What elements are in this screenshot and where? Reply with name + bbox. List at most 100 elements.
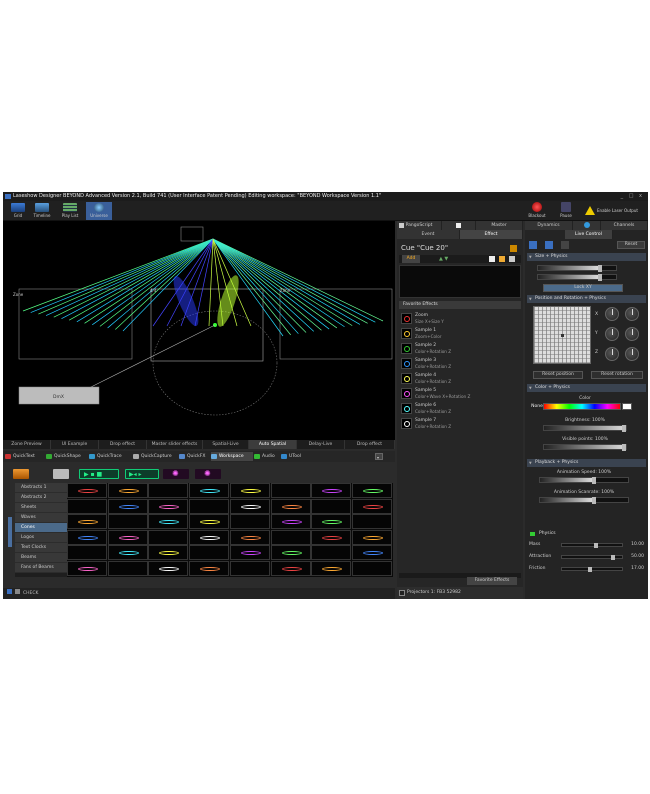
tab-master-slider[interactable]: Master slider effects [147, 440, 203, 449]
cue-cell[interactable] [229, 529, 270, 545]
cue-cell[interactable] [270, 514, 311, 530]
animation-scanrate-slider[interactable] [539, 497, 629, 504]
lock-xy-button[interactable]: Lock XY [543, 284, 623, 292]
favorite-effect-item[interactable]: Sample 3 Color+Rotation Z [399, 356, 521, 371]
tab-live-control[interactable]: Live Control [565, 230, 613, 239]
effect-button-1[interactable]: ✺ [163, 469, 189, 479]
cue-cell[interactable] [107, 483, 148, 498]
tab-ui-example[interactable]: UI Example [51, 440, 99, 449]
slider-knob[interactable] [611, 555, 616, 560]
select-tool-button[interactable] [53, 469, 69, 479]
blackout-button[interactable]: Blackout [525, 202, 549, 218]
cue-cell[interactable] [148, 545, 189, 561]
timeline-button[interactable]: Timeline [31, 202, 53, 220]
dropdown-button[interactable]: ▾ [375, 453, 383, 460]
cue-cell[interactable] [229, 561, 270, 576]
cue-cell[interactable] [67, 529, 107, 545]
cue-cell[interactable] [107, 561, 148, 576]
color-swatch[interactable] [622, 403, 632, 410]
tab-spatial-live[interactable]: Spatial-Live [203, 440, 249, 449]
cue-cell[interactable] [270, 483, 311, 498]
cue-cell[interactable] [311, 483, 352, 498]
cue-cell[interactable] [311, 561, 352, 576]
tab-channels[interactable]: Channels [601, 221, 648, 230]
tab-quicktext[interactable]: QuickText [5, 452, 45, 461]
tab-dynamics[interactable]: Dynamics [525, 221, 573, 230]
rotation-knob-z2[interactable] [625, 347, 639, 361]
cue-cell[interactable] [229, 498, 270, 514]
folder-button[interactable] [13, 469, 29, 479]
color-picker-bar[interactable] [543, 403, 621, 410]
playlist-button[interactable]: Play List [57, 202, 83, 220]
favorite-effect-item[interactable]: Sample 2 Color+Rotation Z [399, 341, 521, 356]
rotation-knob-y2[interactable] [625, 327, 639, 341]
cue-cell[interactable] [311, 514, 352, 530]
tab-auto-spatial[interactable]: Auto Spatial [249, 440, 297, 449]
tab-master[interactable]: Master [476, 221, 523, 230]
position-rotation-header[interactable]: Position and Rotation + Physics [527, 295, 646, 303]
tab-zone-preview[interactable]: Zone Preview [3, 440, 51, 449]
cue-cell[interactable] [107, 529, 148, 545]
cue-cell[interactable] [148, 483, 189, 498]
category-item-selected[interactable]: Cones [15, 523, 67, 533]
cue-cell[interactable] [229, 514, 270, 530]
pause-button[interactable]: Pause [556, 202, 576, 218]
arrow-icon[interactable]: ▲ ▼ [439, 256, 448, 262]
tab-globe[interactable] [573, 221, 601, 230]
cue-cell[interactable] [67, 545, 107, 561]
rotation-knob-x2[interactable] [625, 307, 639, 321]
animation-speed-slider[interactable] [539, 477, 629, 484]
color-physics-header[interactable]: Color + Physics [527, 384, 646, 392]
window-controls[interactable]: _ □ x [621, 192, 644, 201]
tab-drop-effect[interactable]: Drop effect [99, 440, 147, 449]
physics-slider[interactable] [561, 567, 623, 572]
category-item[interactable]: Text Clocks [15, 543, 67, 553]
category-item[interactable]: Abstracts 1 [15, 483, 67, 493]
size-physics-header[interactable]: Size + Physics [527, 253, 646, 261]
cue-cell[interactable] [351, 529, 392, 545]
physics-header[interactable]: Physics [529, 530, 644, 538]
new-icon[interactable] [489, 256, 495, 262]
play-controls[interactable]: ▶ ▪ ■ [79, 469, 119, 479]
category-item[interactable]: Fans of Beams [15, 563, 67, 573]
visible-points-slider[interactable] [543, 444, 627, 451]
tab-delay-live[interactable]: Delay-Live [297, 440, 345, 449]
cue-cell[interactable] [229, 545, 270, 561]
category-item[interactable]: Abstracts 2 [15, 493, 67, 503]
cue-cell[interactable] [148, 498, 189, 514]
playback-physics-header[interactable]: Playback + Physics [527, 459, 646, 467]
folder-icon[interactable] [499, 256, 505, 262]
tab-quickcapture[interactable]: QuickCapture [133, 452, 178, 461]
effect-list[interactable] [399, 265, 521, 298]
physics-slider[interactable] [561, 555, 623, 560]
cue-cell[interactable] [351, 483, 392, 498]
cue-cell[interactable] [351, 561, 392, 576]
tab-drop-effect-2[interactable]: Drop effect [345, 440, 395, 449]
cue-cell[interactable] [189, 561, 230, 576]
cue-cell[interactable] [270, 498, 311, 514]
projector-checkbox[interactable] [399, 590, 405, 596]
brightness-slider[interactable] [543, 425, 627, 432]
size-y-slider[interactable] [537, 274, 617, 281]
position-pad[interactable] [533, 306, 591, 364]
cue-cell[interactable] [270, 545, 311, 561]
tab-pangoscript[interactable]: PangoScript [397, 221, 442, 230]
cue-cell[interactable] [67, 498, 107, 514]
cue-cell[interactable] [107, 514, 148, 530]
cue-cell[interactable] [351, 545, 392, 561]
size-x-slider[interactable] [537, 265, 617, 272]
cue-cell[interactable] [67, 483, 107, 498]
enable-laser-button[interactable]: Enable Laser Output [583, 202, 645, 220]
cue-cell[interactable] [148, 561, 189, 576]
laser-viewport[interactable]: Zone 4/4 Zone DmX [3, 221, 395, 440]
cue-cell[interactable] [107, 545, 148, 561]
step-controls[interactable]: ▶◂ ▸ [125, 469, 159, 479]
pointer-tool[interactable] [529, 241, 537, 249]
rotation-knob-z1[interactable] [605, 347, 619, 361]
cue-cell[interactable] [351, 498, 392, 514]
tab-effect[interactable]: Effect [460, 230, 523, 239]
position-marker[interactable] [561, 334, 564, 337]
favorite-effect-item[interactable]: Sample 6 Color+Rotation Z [399, 401, 521, 416]
grid-button[interactable]: Grid [7, 202, 29, 220]
frame-tool[interactable] [545, 241, 553, 249]
